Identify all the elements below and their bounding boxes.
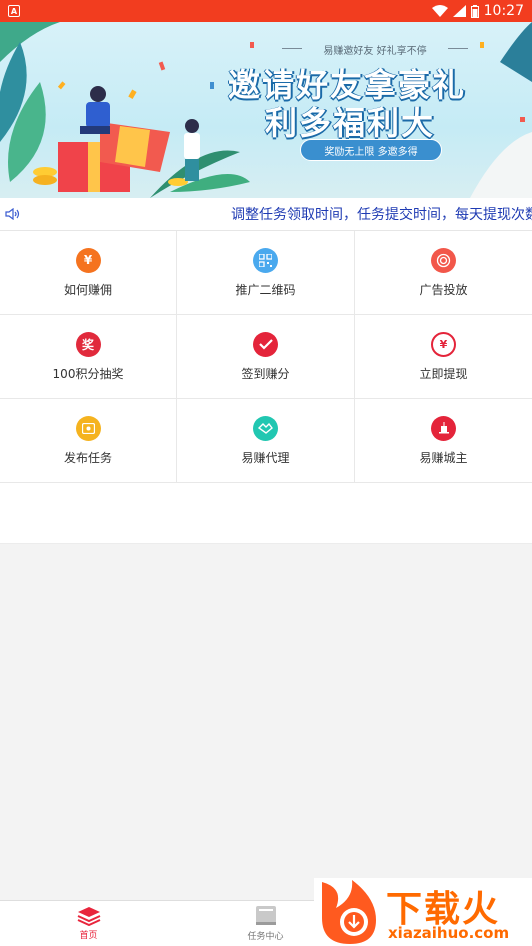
site-watermark: 下载火 xiazaihuo.com <box>314 878 532 946</box>
watermark-url: xiazaihuo.com <box>388 924 510 942</box>
grid-item-publish-task[interactable]: 发布任务 <box>0 399 177 483</box>
status-bar: A 10:27 <box>0 0 532 22</box>
target-icon <box>431 247 456 273</box>
grid-item-label: 如何赚佣 <box>63 282 112 297</box>
banner-pill-button[interactable]: 奖励无上限 多邀多得 <box>300 139 442 161</box>
withdraw-icon: ¥ <box>431 331 456 357</box>
wifi-icon <box>431 5 448 17</box>
flame-logo-icon <box>322 880 376 944</box>
speaker-icon <box>0 198 26 230</box>
grid-item-withdraw[interactable]: ¥ 立即提现 <box>355 315 532 399</box>
grid-item-checkin[interactable]: 签到赚分 <box>177 315 355 399</box>
grid-item-label: 易赚代理 <box>241 450 290 465</box>
grid-item-advertising[interactable]: 广告投放 <box>355 231 532 315</box>
grid-item-lottery[interactable]: 奖 100积分抽奖 <box>0 315 177 399</box>
feature-grid: ¥ 如何赚佣 推广二维码 广告投放 奖 100积分抽奖 签到赚分 ¥ 立即提现 … <box>0 231 532 483</box>
grid-item-label: 易赚城主 <box>419 450 468 465</box>
check-icon <box>253 331 278 357</box>
announcement-marquee[interactable]: 调整任务领取时间，任务提交时间，每天提现次数 <box>0 198 532 231</box>
handshake-icon <box>253 415 278 441</box>
tab-home[interactable]: 首页 <box>0 901 177 946</box>
grid-item-city-owner[interactable]: 易赚城主 <box>355 399 532 483</box>
grid-item-how-to-earn[interactable]: ¥ 如何赚佣 <box>0 231 177 315</box>
grid-empty-area <box>0 483 532 544</box>
grid-item-label: 推广二维码 <box>235 282 296 297</box>
app-notification-icon: A <box>8 5 20 17</box>
book-icon <box>255 906 276 925</box>
home-stack-icon <box>77 907 100 926</box>
announcement-text: 调整任务领取时间，任务提交时间，每天提现次数 <box>231 207 532 223</box>
banner-tagline: 易赚邀好友 好礼享不停 <box>282 42 468 57</box>
grid-item-label: 立即提现 <box>419 366 468 381</box>
publish-icon <box>75 415 101 441</box>
signal-icon <box>452 5 466 17</box>
prize-icon: 奖 <box>75 331 101 357</box>
grid-item-label: 100积分抽奖 <box>52 366 124 381</box>
tab-task-center-label: 任务中心 <box>247 932 284 942</box>
grid-item-label: 签到赚分 <box>241 366 290 381</box>
city-icon <box>431 415 456 441</box>
grid-item-agent[interactable]: 易赚代理 <box>177 399 355 483</box>
yuan-hand-icon: ¥ <box>75 247 101 273</box>
tab-home-label: 首页 <box>79 931 98 941</box>
banner-title-line2: 利多福利大 <box>265 104 436 142</box>
qrcode-icon <box>253 247 278 273</box>
battery-icon <box>470 4 479 18</box>
grid-item-label: 发布任务 <box>63 450 112 465</box>
grid-item-qrcode[interactable]: 推广二维码 <box>177 231 355 315</box>
promo-banner[interactable]: 易赚邀好友 好礼享不停 邀请好友拿豪礼 利多福利大 奖励无上限 多邀多得 <box>0 22 532 198</box>
grid-item-label: 广告投放 <box>419 282 468 297</box>
clock: 10:27 <box>483 3 524 19</box>
